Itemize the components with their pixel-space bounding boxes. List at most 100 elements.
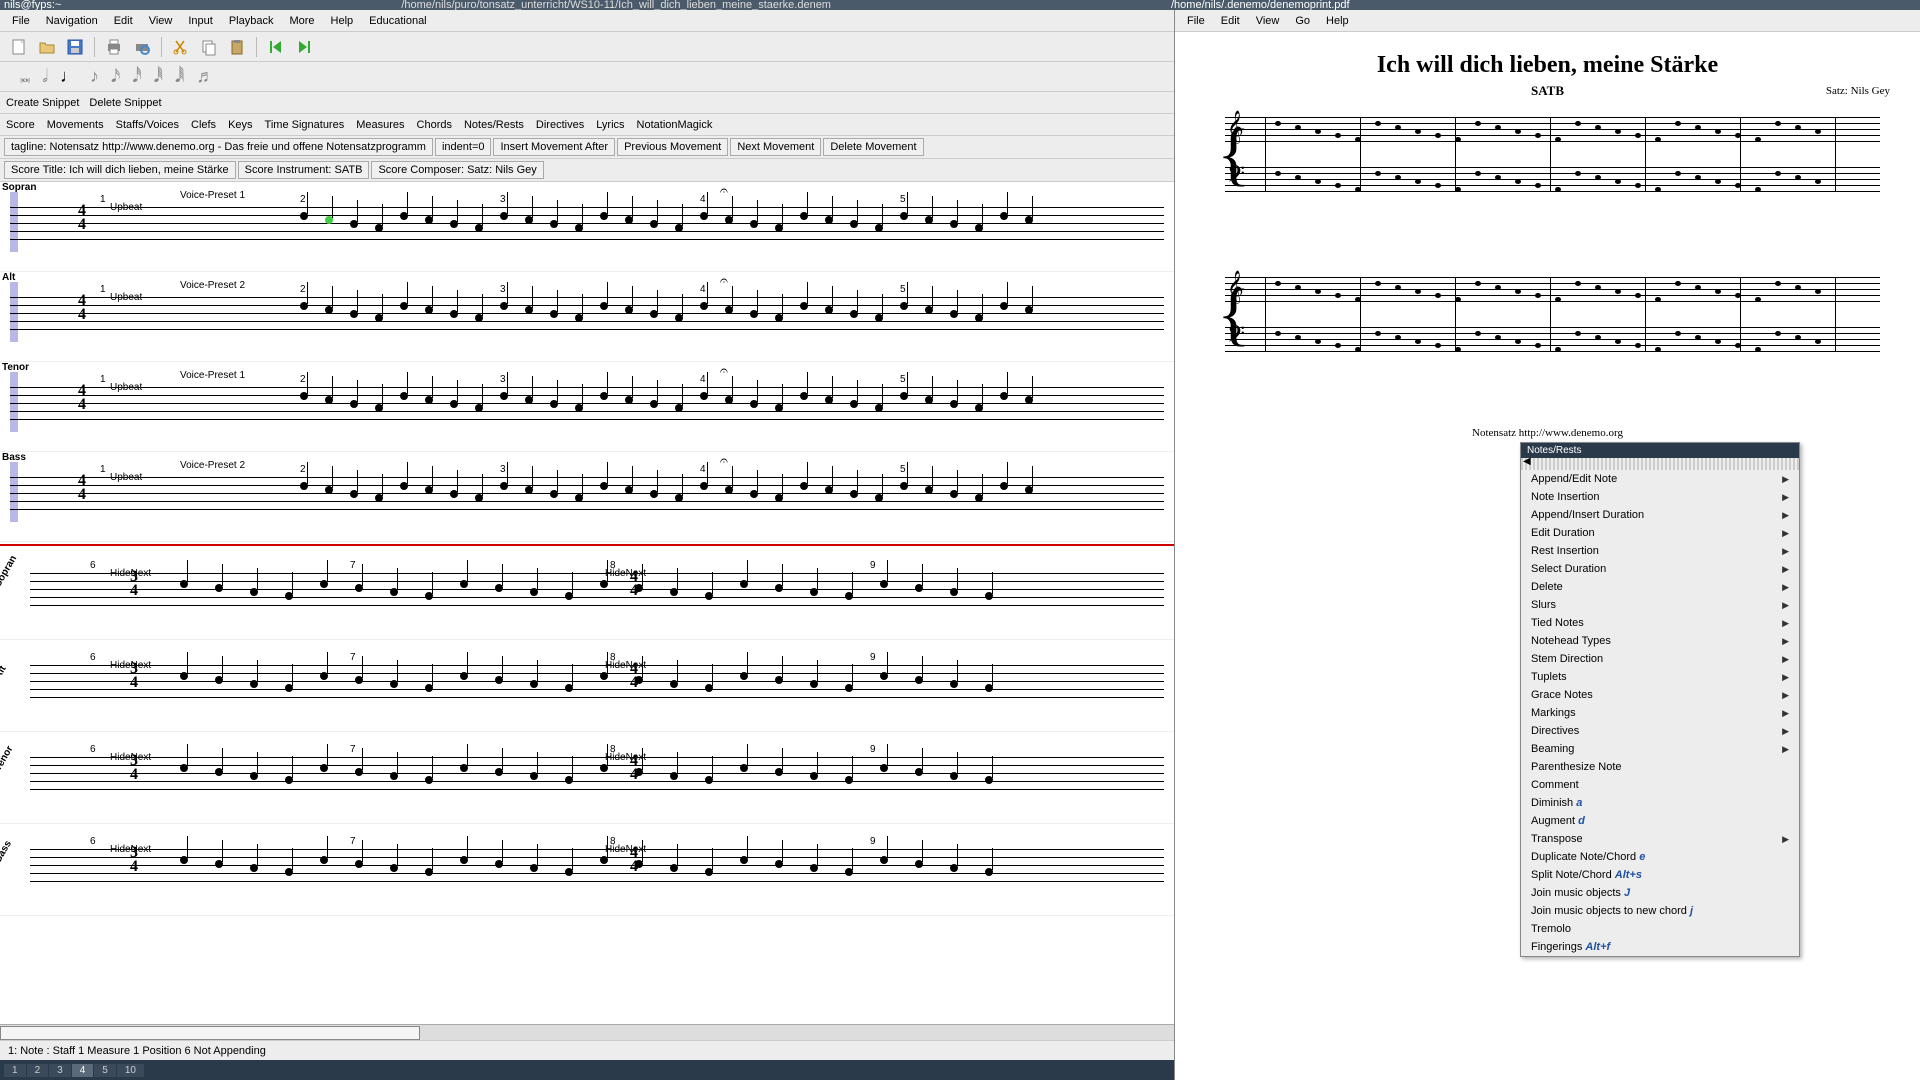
tab-lyrics[interactable]: Lyrics (596, 119, 624, 131)
context-item-select-duration[interactable]: Select Duration▶ (1521, 560, 1799, 578)
nav-end-icon[interactable] (293, 36, 315, 58)
context-item-rest-insertion[interactable]: Rest Insertion▶ (1521, 542, 1799, 560)
tab-staffsvoices[interactable]: Staffs/Voices (116, 119, 179, 131)
pdf-menu-edit[interactable]: Edit (1213, 13, 1248, 29)
context-item-comment[interactable]: Comment (1521, 776, 1799, 794)
context-item-augment[interactable]: Augment d (1521, 812, 1799, 830)
horizontal-scrollbar[interactable] (0, 1024, 1174, 1040)
workspace-tab-10[interactable]: 10 (117, 1064, 144, 1077)
scrollbar-thumb[interactable] (0, 1026, 420, 1040)
staff2-tenor[interactable]: Tenor 6789HideNext34HideNext44 (0, 732, 1174, 824)
nav-start-icon[interactable] (265, 36, 287, 58)
print-preview-icon[interactable] (131, 36, 153, 58)
open-file-icon[interactable] (36, 36, 58, 58)
staff-bass[interactable]: Bass 44 12345UpbeatVoice-Preset 2𝄐 (0, 452, 1174, 542)
workspace-tab-2[interactable]: 2 (27, 1064, 49, 1077)
staff-tenor[interactable]: Tenor 44 12345UpbeatVoice-Preset 1𝄐 (0, 362, 1174, 452)
movement-btn-0[interactable]: tagline: Notensatz http://www.denemo.org… (4, 138, 433, 156)
context-item-slurs[interactable]: Slurs▶ (1521, 596, 1799, 614)
staff-alt[interactable]: Alt 44 12345UpbeatVoice-Preset 2𝄐 (0, 272, 1174, 362)
context-item-directives[interactable]: Directives▶ (1521, 722, 1799, 740)
context-menu-grip[interactable] (1521, 458, 1799, 470)
context-item-delete[interactable]: Delete▶ (1521, 578, 1799, 596)
menu-file[interactable]: File (4, 13, 38, 29)
tab-directives[interactable]: Directives (536, 119, 584, 131)
menu-playback[interactable]: Playback (221, 13, 282, 29)
menu-more[interactable]: More (281, 13, 322, 29)
pdf-menu-help[interactable]: Help (1318, 13, 1357, 29)
staff-sopran[interactable]: Sopran 44 12345UpbeatVoice-Preset 1𝄐 (0, 182, 1174, 272)
workspace-tab-3[interactable]: 3 (49, 1064, 71, 1077)
cut-icon[interactable] (170, 36, 192, 58)
pdf-document-view[interactable]: Ich will dich lieben, meine Stärke SATB … (1175, 32, 1920, 1080)
copy-icon[interactable] (198, 36, 220, 58)
context-item-markings[interactable]: Markings▶ (1521, 704, 1799, 722)
new-file-icon[interactable] (8, 36, 30, 58)
context-item-fingerings[interactable]: Fingerings Alt+f (1521, 938, 1799, 956)
print-icon[interactable] (103, 36, 125, 58)
context-item-split-note-chord[interactable]: Split Note/Chord Alt+s (1521, 866, 1799, 884)
context-item-append-insert-duration[interactable]: Append/Insert Duration▶ (1521, 506, 1799, 524)
movement-btn-3[interactable]: Previous Movement (617, 138, 728, 156)
menu-navigation[interactable]: Navigation (38, 13, 106, 29)
context-item-grace-notes[interactable]: Grace Notes▶ (1521, 686, 1799, 704)
tab-keys[interactable]: Keys (228, 119, 252, 131)
tab-chords[interactable]: Chords (417, 119, 452, 131)
context-item-beaming[interactable]: Beaming▶ (1521, 740, 1799, 758)
context-item-tremolo[interactable]: Tremolo (1521, 920, 1799, 938)
tab-score[interactable]: Score (6, 119, 35, 131)
menu-input[interactable]: Input (180, 13, 220, 29)
score-editor-area[interactable]: Sopran 44 12345UpbeatVoice-Preset 1𝄐Alt … (0, 182, 1174, 1024)
context-item-diminish[interactable]: Diminish a (1521, 794, 1799, 812)
workspace-tab-1[interactable]: 1 (4, 1064, 26, 1077)
create-snippet[interactable]: Create Snippet (6, 97, 79, 109)
tab-notesrests[interactable]: Notes/Rests (464, 119, 524, 131)
movement-btn-4[interactable]: Next Movement (730, 138, 821, 156)
context-item-transpose[interactable]: Transpose▶ (1521, 830, 1799, 848)
note-half[interactable]: 𝅗𝅥 (42, 66, 48, 87)
context-item-notehead-types[interactable]: Notehead Types▶ (1521, 632, 1799, 650)
paste-icon[interactable] (226, 36, 248, 58)
scoreinfo-btn-2[interactable]: Score Composer: Satz: Nils Gey (371, 161, 543, 179)
tab-measures[interactable]: Measures (356, 119, 404, 131)
movement-btn-1[interactable]: indent=0 (435, 138, 492, 156)
context-item-note-insertion[interactable]: Note Insertion▶ (1521, 488, 1799, 506)
menu-edit[interactable]: Edit (106, 13, 141, 29)
menu-help[interactable]: Help (323, 13, 362, 29)
delete-snippet[interactable]: Delete Snippet (89, 97, 161, 109)
menu-educational[interactable]: Educational (361, 13, 435, 29)
note-whole[interactable]: 𝅜 (20, 66, 30, 87)
note-sixteenth[interactable]: 𝅘𝅥𝅯 (111, 66, 120, 87)
scoreinfo-btn-1[interactable]: Score Instrument: SATB (238, 161, 370, 179)
context-item-tied-notes[interactable]: Tied Notes▶ (1521, 614, 1799, 632)
context-item-join-music-objects-to-new-chord[interactable]: Join music objects to new chord j (1521, 902, 1799, 920)
staff2-sopran[interactable]: Sopran 6789HideNext34HideNext44 (0, 548, 1174, 640)
context-item-tuplets[interactable]: Tuplets▶ (1521, 668, 1799, 686)
note-eighth[interactable]: ♪ (90, 66, 99, 87)
workspace-tab-4[interactable]: 4 (72, 1064, 94, 1077)
pdf-menu-view[interactable]: View (1248, 13, 1288, 29)
note-thirtysecond[interactable]: 𝅘𝅥𝅰 (132, 66, 141, 87)
tab-timesignatures[interactable]: Time Signatures (265, 119, 345, 131)
pdf-menu-go[interactable]: Go (1287, 13, 1318, 29)
tab-notationmagick[interactable]: NotationMagick (637, 119, 713, 131)
note-sixtyfourth[interactable]: 𝅘𝅥𝅱 (154, 66, 163, 87)
note-128th[interactable]: 𝅘𝅥𝅲 (175, 66, 184, 87)
movement-btn-5[interactable]: Delete Movement (823, 138, 923, 156)
staff2-bass[interactable]: Bass 6789HideNext34HideNext44 (0, 824, 1174, 916)
workspace-tab-5[interactable]: 5 (94, 1064, 116, 1077)
movement-btn-2[interactable]: Insert Movement After (493, 138, 615, 156)
save-file-icon[interactable] (64, 36, 86, 58)
context-item-duplicate-note-chord[interactable]: Duplicate Note/Chord e (1521, 848, 1799, 866)
tab-clefs[interactable]: Clefs (191, 119, 216, 131)
pdf-menu-file[interactable]: File (1179, 13, 1213, 29)
context-item-edit-duration[interactable]: Edit Duration▶ (1521, 524, 1799, 542)
context-item-join-music-objects[interactable]: Join music objects J (1521, 884, 1799, 902)
scoreinfo-btn-0[interactable]: Score Title: Ich will dich lieben, meine… (4, 161, 236, 179)
staff2-alt[interactable]: Alt 6789HideNext34HideNext44 (0, 640, 1174, 732)
context-item-stem-direction[interactable]: Stem Direction▶ (1521, 650, 1799, 668)
context-item-parenthesize-note[interactable]: Parenthesize Note (1521, 758, 1799, 776)
menu-view[interactable]: View (141, 13, 181, 29)
context-item-append-edit-note[interactable]: Append/Edit Note▶ (1521, 470, 1799, 488)
note-quarter[interactable]: ♩ (60, 66, 78, 87)
